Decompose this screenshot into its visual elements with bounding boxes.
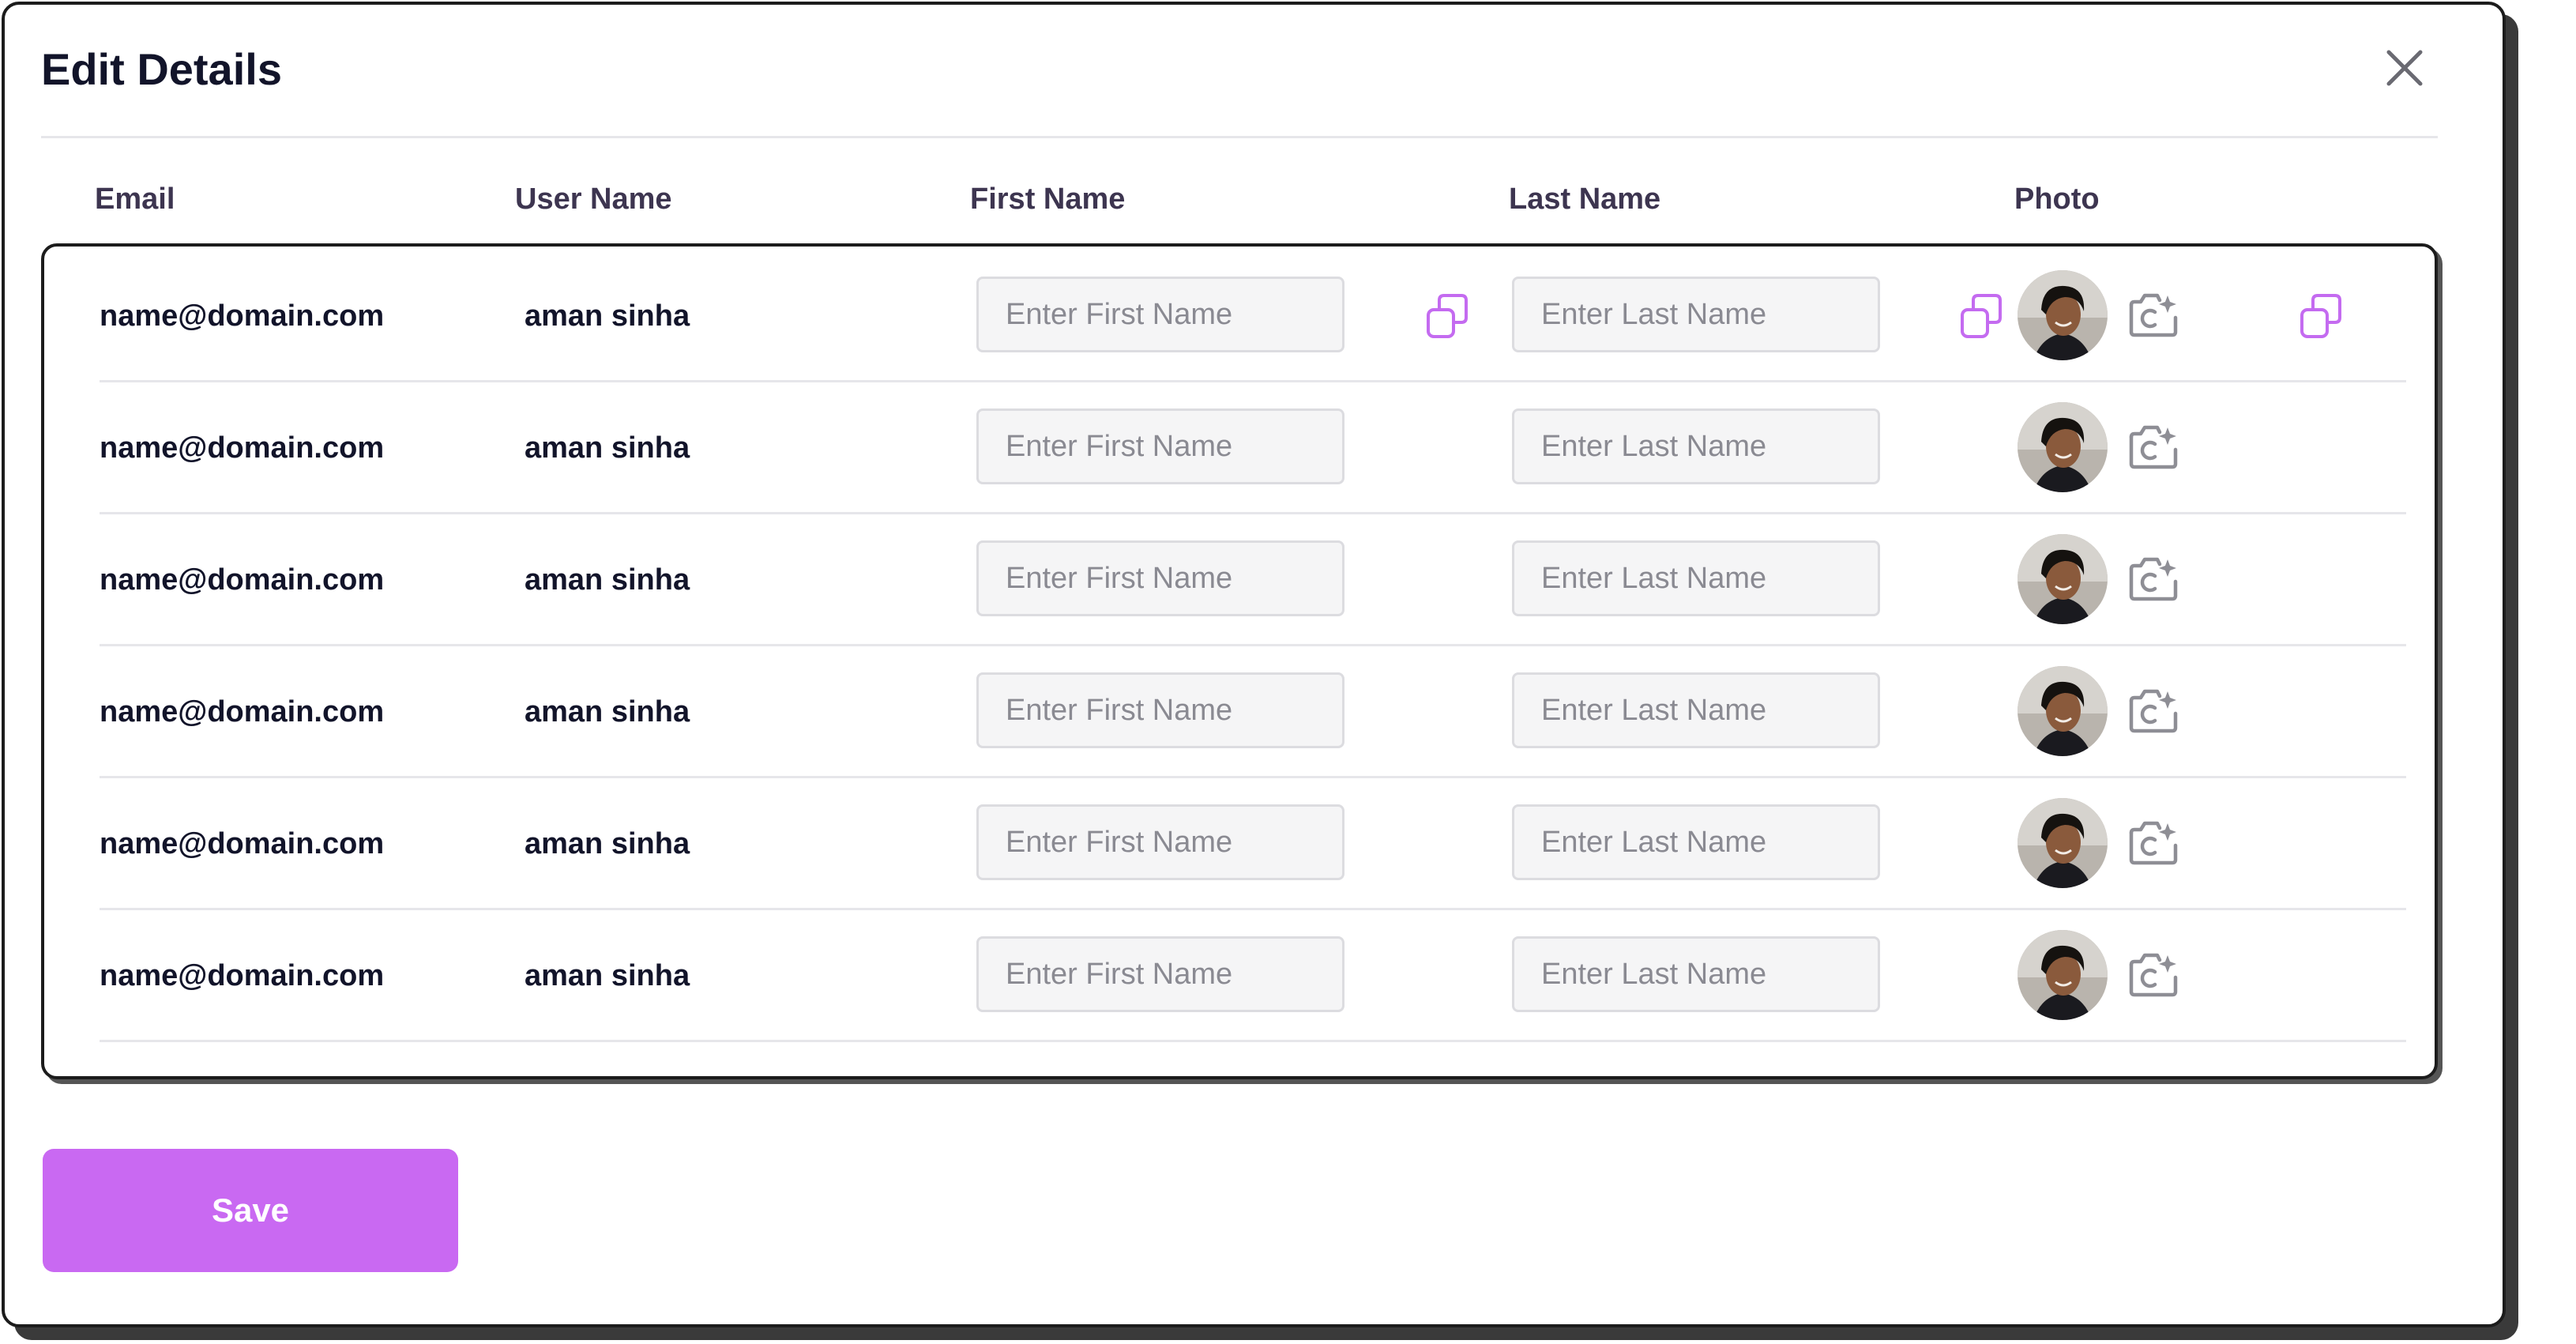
- column-header-last-name: Last Name: [1509, 183, 1661, 216]
- first-name-input[interactable]: [976, 804, 1344, 880]
- last-name-input[interactable]: [1512, 277, 1880, 352]
- username-cell: aman sinha: [525, 431, 690, 465]
- first-name-input[interactable]: [976, 672, 1344, 748]
- copy-first-name-button[interactable]: [1423, 292, 1471, 340]
- last-name-input[interactable]: [1512, 672, 1880, 748]
- avatar: [2018, 534, 2108, 624]
- email-cell: name@domain.com: [100, 827, 385, 860]
- table-row: name@domain.com aman sinha: [100, 781, 2406, 910]
- column-header-email: Email: [95, 183, 175, 216]
- table-row: name@domain.com aman sinha: [100, 913, 2406, 1042]
- avatar: [2018, 270, 2108, 360]
- camera-add-icon[interactable]: [2127, 819, 2180, 868]
- avatar: [2018, 930, 2108, 1020]
- details-table: name@domain.com aman sinha name@domain.c…: [41, 243, 2438, 1079]
- username-cell: aman sinha: [525, 299, 690, 333]
- username-cell: aman sinha: [525, 695, 690, 728]
- last-name-input[interactable]: [1512, 936, 1880, 1012]
- table-row: name@domain.com aman sinha: [100, 649, 2406, 778]
- camera-add-icon[interactable]: [2127, 555, 2180, 604]
- first-name-input[interactable]: [976, 540, 1344, 616]
- column-header-photo: Photo: [2014, 183, 2100, 216]
- copy-icon: [1961, 294, 2002, 338]
- camera-add-icon[interactable]: [2127, 291, 2180, 340]
- copy-icon: [1427, 294, 1468, 338]
- table-row: name@domain.com aman sinha: [100, 517, 2406, 646]
- save-button[interactable]: Save: [43, 1149, 458, 1272]
- table-row: name@domain.com aman sinha: [100, 253, 2406, 382]
- header-divider: [41, 136, 2438, 138]
- camera-add-icon[interactable]: [2127, 687, 2180, 736]
- username-cell: aman sinha: [525, 563, 690, 597]
- column-header-first-name: First Name: [970, 183, 1126, 216]
- camera-add-icon[interactable]: [2127, 423, 2180, 472]
- last-name-input[interactable]: [1512, 804, 1880, 880]
- avatar: [2018, 798, 2108, 888]
- email-cell: name@domain.com: [100, 959, 385, 992]
- last-name-input[interactable]: [1512, 540, 1880, 616]
- copy-photo-button[interactable]: [2297, 292, 2345, 340]
- table-row: name@domain.com aman sinha: [100, 385, 2406, 514]
- first-name-input[interactable]: [976, 936, 1344, 1012]
- copy-icon: [2300, 294, 2341, 338]
- email-cell: name@domain.com: [100, 695, 385, 728]
- avatar: [2018, 402, 2108, 492]
- modal-title: Edit Details: [41, 44, 282, 94]
- first-name-input[interactable]: [976, 408, 1344, 484]
- last-name-input[interactable]: [1512, 408, 1880, 484]
- copy-last-name-button[interactable]: [1957, 292, 2005, 340]
- close-icon: [2386, 50, 2423, 86]
- username-cell: aman sinha: [525, 959, 690, 992]
- email-cell: name@domain.com: [100, 431, 385, 465]
- camera-add-icon[interactable]: [2127, 951, 2180, 1000]
- avatar: [2018, 666, 2108, 756]
- first-name-input[interactable]: [976, 277, 1344, 352]
- email-cell: name@domain.com: [100, 299, 385, 333]
- column-header-username: User Name: [515, 183, 672, 216]
- close-button[interactable]: [2382, 46, 2427, 90]
- email-cell: name@domain.com: [100, 563, 385, 597]
- username-cell: aman sinha: [525, 827, 690, 860]
- edit-details-modal: Edit Details Email User Name First Name …: [2, 2, 2506, 1327]
